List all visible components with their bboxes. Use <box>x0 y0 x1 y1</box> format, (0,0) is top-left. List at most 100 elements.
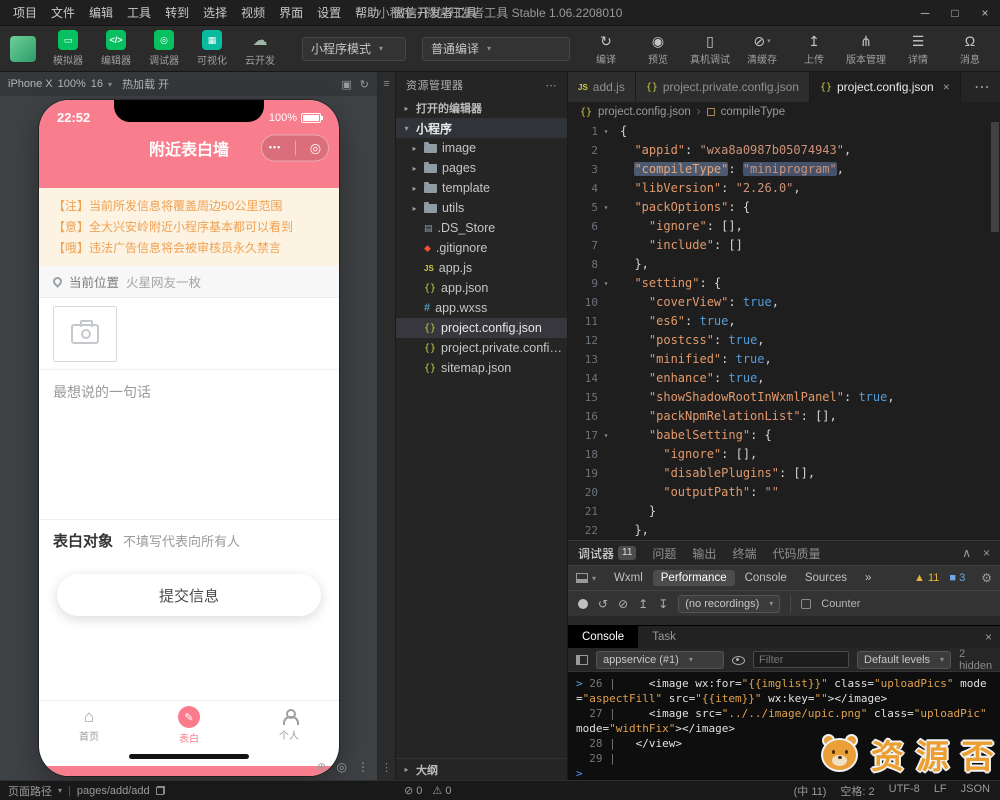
breadcrumb[interactable]: {} project.config.json › compileType <box>568 102 1000 122</box>
status-item[interactable]: UTF-8 <box>889 783 920 799</box>
menu-item[interactable]: 界面 <box>272 0 310 26</box>
file-item[interactable]: ▸{}project.private.config.json <box>396 338 567 358</box>
counter-checkbox[interactable] <box>801 598 812 609</box>
minimize-button[interactable]: ─ <box>910 0 940 26</box>
console-tab[interactable]: Task <box>638 626 690 648</box>
details-button[interactable]: ☰ 详情 <box>892 32 944 66</box>
settings-gear-icon[interactable]: ⚙ <box>981 571 992 585</box>
more-icon[interactable]: ⋮ <box>378 761 395 774</box>
devtools-tab[interactable]: Performance <box>652 570 735 586</box>
version-button[interactable]: ⋔ 版本管理 <box>840 32 892 66</box>
screenshot-icon[interactable]: ▣ <box>341 78 351 91</box>
file-item[interactable]: ▸{}sitemap.json <box>396 358 567 378</box>
console-output[interactable]: > 26 | <image wx:for="{{imglist}}" class… <box>568 672 1000 780</box>
devtools-tab[interactable]: Sources <box>797 570 855 586</box>
menu-icon[interactable]: ≡ <box>378 78 395 90</box>
code-editor[interactable]: 1 ▾{2 "appid": "wxa8a0987b05074943", 3 "co… <box>568 122 1000 540</box>
copy-icon[interactable] <box>155 786 165 795</box>
file-item[interactable]: ▸▤.DS_Store <box>396 218 567 238</box>
devtools-tab[interactable]: Wxml <box>606 570 651 586</box>
scrollbar-thumb[interactable] <box>991 122 999 232</box>
reload-record-icon[interactable]: ↺ <box>598 597 608 611</box>
close-tab-icon[interactable]: × <box>943 80 950 94</box>
editor-more-icon[interactable]: ⋯ <box>964 77 1000 97</box>
file-item[interactable]: ▸ pages <box>396 158 567 178</box>
context-select[interactable]: appservice (#1) ▾ <box>596 650 724 669</box>
panel-tab[interactable]: 输出 <box>692 545 716 562</box>
page-path-label[interactable]: 页面路径 <box>8 783 52 799</box>
compile-mode-select[interactable]: 普通编译 ▾ <box>422 36 570 61</box>
menu-item[interactable]: 项目 <box>6 0 44 26</box>
editor-tab[interactable]: {} project.config.json × <box>809 72 961 102</box>
minimize-capsule-icon[interactable]: ◎ <box>310 140 321 156</box>
status-item[interactable]: 空格: 2 <box>840 783 874 799</box>
mode-select[interactable]: 小程序模式 ▾ <box>302 36 406 61</box>
fold-icon[interactable]: ▾ <box>600 198 612 217</box>
more-icon[interactable]: ⋮ <box>357 760 369 774</box>
open-editors-section[interactable]: ▸ 打开的编辑器 <box>396 98 567 118</box>
more-actions-icon[interactable]: ⋯ <box>546 79 558 92</box>
menu-item[interactable]: 设置 <box>310 0 348 26</box>
load-profile-icon[interactable]: ↥ <box>638 597 648 611</box>
file-item[interactable]: ▸ utils <box>396 198 567 218</box>
clear-icon[interactable]: ⊘ <box>618 597 628 611</box>
filter-input[interactable] <box>753 651 849 668</box>
fold-icon[interactable]: ▾ <box>600 274 612 293</box>
close-button[interactable]: × <box>970 0 1000 26</box>
file-item[interactable]: ▸◆.gitignore <box>396 238 567 258</box>
menu-item[interactable]: 视频 <box>234 0 272 26</box>
compile-button[interactable]: ↻ 编译 <box>580 32 632 66</box>
panel-tab[interactable]: 问题 <box>652 545 676 562</box>
file-item[interactable]: ▸{}app.json <box>396 278 567 298</box>
collapse-icon[interactable]: ∧ <box>962 546 971 560</box>
more-menu-icon[interactable]: ••• <box>269 135 281 162</box>
message-textarea[interactable]: 最想说的一句话 <box>39 370 339 520</box>
status-item[interactable]: LF <box>934 783 947 799</box>
status-item[interactable]: JSON <box>961 783 990 799</box>
panel-tab[interactable]: 代码质量 <box>772 545 820 562</box>
recordings-select[interactable]: (no recordings) ▾ <box>678 594 781 613</box>
locate-icon[interactable]: ◎ <box>337 760 347 774</box>
info-count[interactable]: ■ 3 <box>949 572 965 584</box>
target-input[interactable]: 不填写代表向所有人 <box>123 531 240 550</box>
file-item[interactable]: ▸#app.wxss <box>396 298 567 318</box>
toolbar-toggle[interactable]: ▦ 可视化 <box>190 30 234 67</box>
file-item[interactable]: ▸{}project.config.json <box>396 318 567 338</box>
fold-icon[interactable]: ▾ <box>600 426 612 445</box>
avatar[interactable] <box>10 35 36 62</box>
editor-tab[interactable]: JS add.js <box>568 72 636 102</box>
menu-item[interactable]: 选择 <box>196 0 234 26</box>
refresh-icon[interactable]: ↻ <box>360 78 369 91</box>
menu-item[interactable]: 编辑 <box>82 0 120 26</box>
warning-count[interactable]: ▲ 11 <box>914 572 939 584</box>
tabbar-item[interactable]: ✎ 表白 <box>139 701 239 750</box>
file-item[interactable]: ▸ image <box>396 138 567 158</box>
zoom-icon[interactable]: ⊕ <box>316 760 326 774</box>
preview-button[interactable]: ◉ 预览 <box>632 32 684 66</box>
device-debug-button[interactable]: ▯ 真机调试 <box>684 32 736 66</box>
outline-section[interactable]: ▸ 大纲 <box>396 758 567 780</box>
maximize-button[interactable]: □ <box>940 0 970 26</box>
toolbar-toggle[interactable]: ☁ 云开发 <box>238 30 282 67</box>
tabbar-item[interactable]: ⌂ 首页 <box>39 701 139 750</box>
sidebar-toggle-icon[interactable] <box>576 654 588 665</box>
problems-indicator[interactable]: ⊘ 0 ⚠ 0 <box>404 784 451 797</box>
hot-reload-toggle[interactable]: 热加载 开 <box>122 76 169 92</box>
tabbar-item[interactable]: 个人 <box>239 701 339 750</box>
panel-tab[interactable]: 终端 <box>732 545 756 562</box>
toolbar-toggle[interactable]: </> 编辑器 <box>94 30 138 67</box>
panel-tab[interactable]: 调试器 11 <box>578 545 637 562</box>
clear-cache-button[interactable]: ⊘ ▾ 清缓存 <box>736 32 788 66</box>
save-profile-icon[interactable]: ↧ <box>658 597 668 611</box>
add-photo-button[interactable] <box>53 306 117 362</box>
close-icon[interactable]: × <box>985 630 992 644</box>
toolbar-toggle[interactable]: ◎ 调试器 <box>142 30 186 67</box>
menu-item[interactable]: 文件 <box>44 0 82 26</box>
editor-scrollbar[interactable] <box>990 122 1000 540</box>
close-icon[interactable]: × <box>983 546 990 560</box>
toolbar-toggle[interactable]: ▭ 模拟器 <box>46 30 90 67</box>
device-select[interactable]: iPhone X 100% 16 ▾ <box>8 78 112 90</box>
menu-item[interactable]: 工具 <box>120 0 158 26</box>
upload-button[interactable]: ↥ 上传 <box>788 32 840 66</box>
project-root[interactable]: ▾ 小程序 <box>396 118 567 138</box>
